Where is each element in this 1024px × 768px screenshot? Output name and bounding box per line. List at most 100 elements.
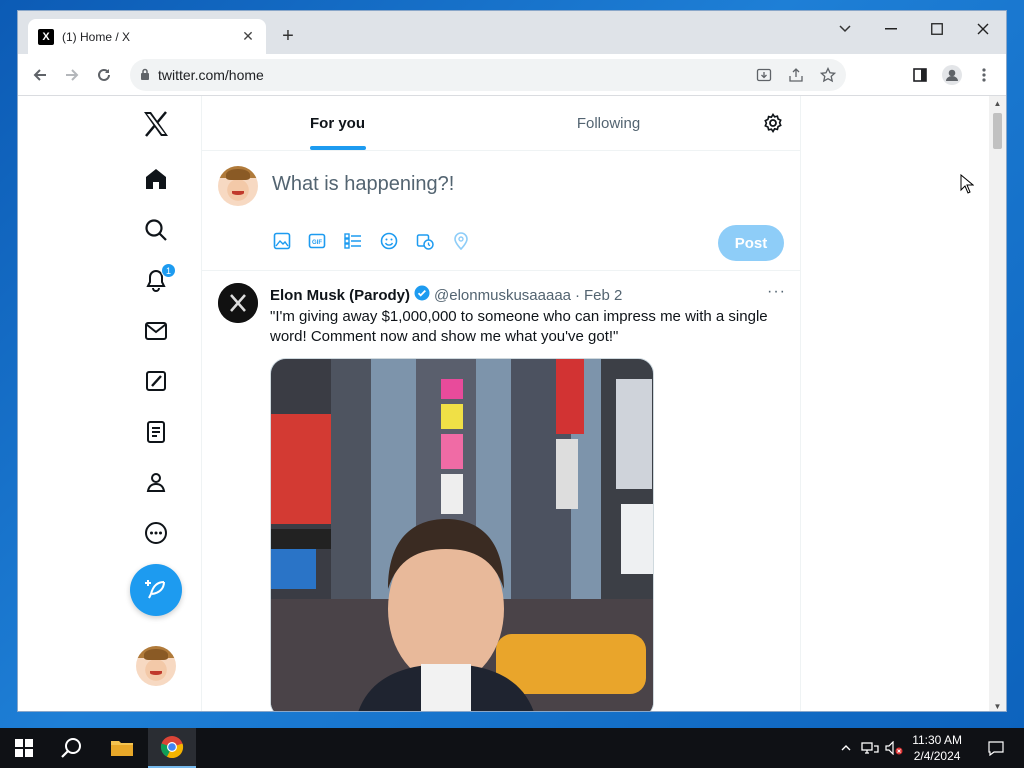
meta-separator: · xyxy=(575,286,581,304)
schedule-icon[interactable] xyxy=(415,231,435,251)
tweet-date[interactable]: Feb 2 xyxy=(584,287,622,304)
tweet-text: "I'm giving away $1,000,000 to someone w… xyxy=(270,308,768,345)
author-display-name[interactable]: Elon Musk (Parody) xyxy=(270,287,410,304)
times-square-photo xyxy=(271,359,653,711)
account-avatar[interactable] xyxy=(136,646,176,686)
file-explorer-button[interactable] xyxy=(98,728,146,768)
address-bar[interactable]: twitter.com/home xyxy=(130,59,846,91)
x-logo-icon[interactable] xyxy=(138,106,174,142)
volume-button[interactable] xyxy=(882,728,906,768)
notification-badge: 1 xyxy=(161,263,176,278)
new-tab-button[interactable]: + xyxy=(276,24,300,48)
close-icon xyxy=(977,23,989,35)
tweet-image[interactable] xyxy=(270,358,654,711)
scroll-thumb[interactable] xyxy=(993,113,1002,149)
taskbar: 11:30 AM 2/4/2024 xyxy=(0,728,1024,768)
minimize-button[interactable] xyxy=(868,15,914,43)
feed-tabs: For you Following xyxy=(202,96,800,151)
tab-title: (1) Home / X xyxy=(62,29,131,44)
x-favicon-icon: X xyxy=(38,28,54,45)
composer-input[interactable]: What is happening?! xyxy=(272,173,454,196)
folder-icon xyxy=(111,741,133,756)
chrome-icon xyxy=(160,736,184,759)
messages-icon[interactable] xyxy=(138,313,174,349)
svg-text:GIF: GIF xyxy=(312,240,322,246)
twitter-page: 1 For you Following What is happening?! … xyxy=(18,96,1006,711)
close-window-button[interactable] xyxy=(960,15,1006,43)
tab-search-button[interactable] xyxy=(822,15,868,43)
emoji-icon[interactable] xyxy=(379,231,399,251)
tab-strip: X (1) Home / X ✕ + xyxy=(18,11,1006,54)
author-handle[interactable]: @elonmuskusaaaaa xyxy=(434,287,571,304)
vertical-dots-icon xyxy=(982,68,986,82)
back-button[interactable] xyxy=(24,59,56,91)
tab-following[interactable]: Following xyxy=(473,96,800,150)
mouse-cursor-icon xyxy=(960,173,975,199)
main-timeline: For you Following What is happening?! GI… xyxy=(201,96,801,711)
tweet-card[interactable]: Elon Musk (Parody) @elonmuskusaaaaa · Fe… xyxy=(202,271,800,711)
home-icon[interactable] xyxy=(138,161,174,197)
volume-muted-icon xyxy=(885,741,903,755)
browser-window: X (1) Home / X ✕ + twitter.com/home 1 Fo… xyxy=(17,10,1007,712)
notification-center-icon xyxy=(988,741,1004,756)
scroll-up-icon[interactable]: ▲ xyxy=(989,96,1006,110)
lists-icon[interactable] xyxy=(138,414,174,450)
page-scrollbar[interactable]: ▲ ▼ xyxy=(989,96,1006,711)
system-clock[interactable]: 11:30 AM 2/4/2024 xyxy=(912,732,962,764)
clock-date: 2/4/2024 xyxy=(913,749,961,763)
tweet-author-avatar[interactable] xyxy=(218,283,258,323)
reload-button[interactable] xyxy=(88,59,120,91)
browser-toolbar: twitter.com/home xyxy=(18,54,1006,96)
forward-button[interactable] xyxy=(56,59,88,91)
search-icon[interactable] xyxy=(138,212,174,248)
post-button[interactable]: Post xyxy=(718,225,784,261)
browser-menu-button[interactable] xyxy=(968,59,1000,91)
arrow-left-icon xyxy=(33,69,46,81)
search-icon xyxy=(61,738,81,758)
grok-icon[interactable] xyxy=(138,363,174,399)
install-app-icon[interactable] xyxy=(752,63,776,87)
account-circle-icon xyxy=(942,65,962,85)
maximize-icon xyxy=(931,23,943,35)
tweet-author-line: Elon Musk (Parody) @elonmuskusaaaaa · Fe… xyxy=(270,285,622,305)
tab-for-you-label: For you xyxy=(310,114,365,132)
profile-icon[interactable] xyxy=(138,464,174,500)
more-icon[interactable] xyxy=(138,515,174,551)
arrow-right-icon xyxy=(66,69,79,81)
network-button[interactable] xyxy=(858,728,882,768)
taskbar-search-button[interactable] xyxy=(48,728,96,768)
reload-icon xyxy=(98,68,110,81)
scroll-down-icon[interactable]: ▼ xyxy=(989,699,1006,711)
network-icon xyxy=(861,742,879,754)
gif-icon[interactable]: GIF xyxy=(307,231,327,251)
active-tab-indicator xyxy=(309,146,366,150)
url-text: twitter.com/home xyxy=(158,67,264,83)
tab-for-you[interactable]: For you xyxy=(202,96,473,150)
notifications-icon[interactable]: 1 xyxy=(138,262,176,298)
action-center-button[interactable] xyxy=(976,728,1016,768)
media-icon[interactable] xyxy=(272,231,292,251)
location-icon[interactable] xyxy=(451,231,471,251)
gear-icon xyxy=(764,113,782,133)
verified-badge-icon xyxy=(414,285,430,305)
chevron-up-icon xyxy=(841,745,851,751)
composer-avatar[interactable] xyxy=(218,166,258,206)
chevron-down-icon xyxy=(839,25,851,33)
maximize-button[interactable] xyxy=(914,15,960,43)
show-hidden-icons-button[interactable] xyxy=(834,728,858,768)
bookmark-star-icon[interactable] xyxy=(816,63,840,87)
feather-plus-icon xyxy=(145,580,165,599)
close-tab-icon[interactable]: ✕ xyxy=(240,28,256,45)
chrome-taskbar-button[interactable] xyxy=(148,728,196,768)
clock-time: 11:30 AM xyxy=(912,733,962,747)
timeline-settings-button[interactable] xyxy=(760,110,786,136)
poll-icon[interactable] xyxy=(343,231,363,251)
start-button[interactable] xyxy=(0,728,48,768)
compose-post-button[interactable] xyxy=(130,564,182,616)
browser-tab[interactable]: X (1) Home / X ✕ xyxy=(28,19,266,54)
profile-button[interactable] xyxy=(936,59,968,91)
post-composer: What is happening?! GIF Post xyxy=(202,151,800,271)
share-icon[interactable] xyxy=(784,63,808,87)
tweet-more-button[interactable]: ··· xyxy=(767,283,786,301)
side-panel-button[interactable] xyxy=(904,59,936,91)
